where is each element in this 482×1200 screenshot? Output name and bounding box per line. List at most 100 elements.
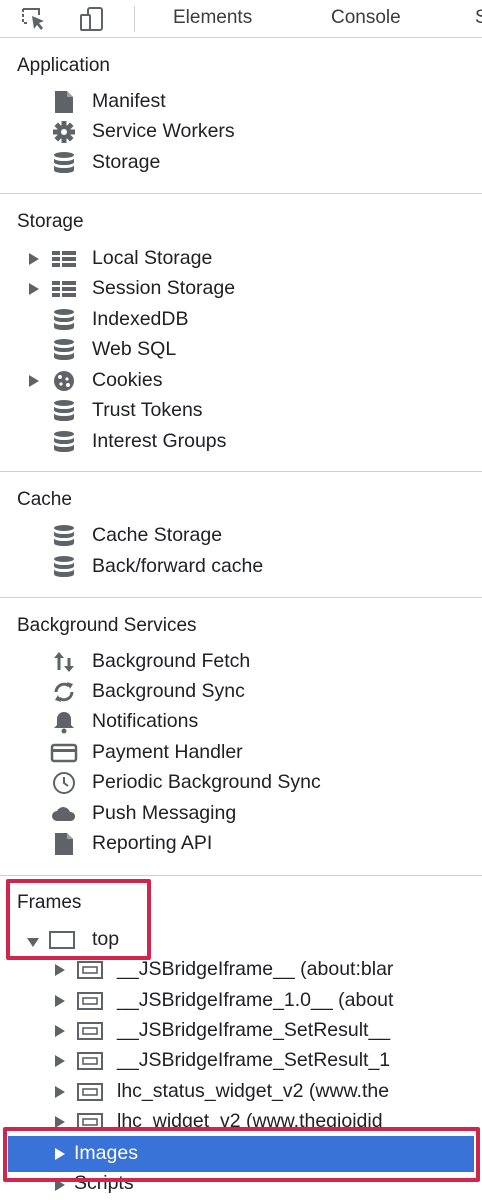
device-toggle-icon[interactable] [78, 6, 106, 32]
expand-arrow-icon[interactable] [54, 1054, 66, 1068]
sidebar-item-frame-top[interactable]: top [0, 925, 482, 955]
expand-arrow-icon[interactable] [54, 963, 66, 977]
sidebar-item-background-fetch[interactable]: Background Fetch [0, 647, 482, 677]
expand-arrow-icon[interactable] [54, 1085, 66, 1099]
sidebar-item-interest-groups[interactable]: Interest Groups [0, 427, 482, 457]
frame-icon [76, 958, 104, 982]
sidebar-item-trust-tokens[interactable]: Trust Tokens [0, 396, 482, 426]
sidebar-item-label: __JSBridgeIframe_SetResult_1 [117, 1049, 391, 1071]
sidebar-item-label: Payment Handler [92, 741, 243, 763]
sidebar-item-label: __JSBridgeIframe_1.0__ (about [117, 989, 394, 1011]
section-title-background-services: Background Services [17, 615, 197, 636]
sidebar-item-label: Background Sync [92, 680, 245, 702]
section-divider [0, 875, 482, 876]
tab-console[interactable]: Console [331, 7, 401, 29]
expand-arrow-icon[interactable] [54, 1178, 66, 1192]
frame-icon [76, 1049, 104, 1073]
frame-icon [48, 928, 76, 952]
sidebar-item-label: Cache Storage [92, 524, 223, 546]
sidebar-item-frame-child[interactable]: __JSBridgeIframe__ (about:blar [0, 955, 482, 985]
database-icon [50, 555, 78, 579]
sidebar-item-reporting-api[interactable]: Reporting API [0, 829, 482, 859]
frame-icon [76, 1110, 104, 1134]
database-icon [50, 524, 78, 548]
sidebar-item-periodic-background-sync[interactable]: Periodic Background Sync [0, 768, 482, 798]
sidebar-item-images[interactable]: Images [8, 1139, 474, 1169]
section-divider [0, 193, 482, 194]
sidebar-item-back-forward-cache[interactable]: Back/forward cache [0, 552, 482, 582]
sidebar-item-label: Local Storage [92, 247, 213, 269]
devtools-toolbar: Elements Console S [0, 0, 482, 38]
sync-icon [50, 680, 78, 704]
document-icon [50, 832, 78, 856]
sidebar-item-label: lhc_status_widget_v2 (www.the [117, 1080, 390, 1102]
sidebar-item-frame-child[interactable]: lhc_status_widget_v2 (www.the [0, 1077, 482, 1107]
up-down-arrows-icon [50, 650, 78, 674]
sidebar-item-notifications[interactable]: Notifications [0, 707, 482, 737]
sidebar-item-label: Session Storage [92, 277, 236, 299]
sidebar-item-label: Service Workers [92, 120, 235, 142]
sidebar-item-label: Push Messaging [92, 802, 237, 824]
database-icon [50, 308, 78, 332]
sidebar-item-web-sql[interactable]: Web SQL [0, 335, 482, 365]
sidebar-item-label: __JSBridgeIframe_SetResult__ [117, 1019, 391, 1041]
sidebar-item-label: Trust Tokens [92, 399, 203, 421]
sidebar-item-label: Background Fetch [92, 650, 251, 672]
collapse-arrow-icon[interactable] [27, 935, 39, 949]
sidebar-item-label: Notifications [92, 710, 199, 732]
sidebar-item-indexeddb[interactable]: IndexedDB [0, 305, 482, 335]
frame-icon [76, 1019, 104, 1043]
sidebar-item-local-storage[interactable]: Local Storage [0, 244, 482, 274]
sidebar-item-frame-child[interactable]: __JSBridgeIframe_1.0__ (about [0, 986, 482, 1016]
database-icon [50, 430, 78, 454]
sidebar-item-storage-overview[interactable]: Storage [0, 148, 482, 178]
tab-elements[interactable]: Elements [173, 7, 252, 29]
sidebar-item-cache-storage[interactable]: Cache Storage [0, 521, 482, 551]
sidebar-item-session-storage[interactable]: Session Storage [0, 274, 482, 304]
expand-arrow-icon[interactable] [28, 282, 40, 296]
sidebar-item-label: Reporting API [92, 832, 213, 854]
database-icon [50, 399, 78, 423]
sidebar-item-frame-child[interactable]: __JSBridgeIframe_SetResult_1 [0, 1046, 482, 1076]
sidebar-item-label: Cookies [92, 369, 163, 391]
sidebar-item-label: Storage [92, 151, 161, 173]
sidebar-item-service-workers[interactable]: Service Workers [0, 117, 482, 147]
database-icon [50, 338, 78, 362]
database-icon [50, 151, 78, 175]
expand-arrow-icon[interactable] [28, 374, 40, 388]
sidebar-item-label: top [92, 928, 120, 950]
inspect-element-icon[interactable] [20, 6, 48, 32]
sidebar-item-label: Manifest [92, 90, 166, 112]
sidebar-item-label: Back/forward cache [92, 555, 264, 577]
sidebar-item-label: IndexedDB [92, 308, 189, 330]
expand-arrow-icon[interactable] [54, 1147, 66, 1161]
sidebar-item-push-messaging[interactable]: Push Messaging [0, 799, 482, 829]
table-grid-icon [50, 247, 78, 271]
section-title-storage: Storage [17, 211, 84, 232]
expand-arrow-icon[interactable] [54, 1024, 66, 1038]
sidebar-item-scripts[interactable]: Scripts [0, 1170, 482, 1200]
sidebar-item-frame-child[interactable]: __JSBridgeIframe_SetResult__ [0, 1016, 482, 1046]
expand-arrow-icon[interactable] [54, 1115, 66, 1129]
sidebar-item-frame-child[interactable]: lhc_widget_v2 (www.thegioidid [0, 1107, 482, 1137]
section-title-application: Application [17, 55, 110, 76]
sidebar-item-images-selected[interactable]: Images [8, 1136, 474, 1172]
sidebar-item-manifest[interactable]: Manifest [0, 87, 482, 117]
section-divider [0, 597, 482, 598]
sidebar-item-payment-handler[interactable]: Payment Handler [0, 738, 482, 768]
sidebar-item-label: Scripts [74, 1172, 134, 1194]
section-title-frames: Frames [17, 892, 82, 913]
sidebar-item-label: Interest Groups [92, 430, 227, 452]
sidebar-item-label: Periodic Background Sync [92, 771, 321, 793]
sidebar-item-label: __JSBridgeIframe__ (about:blar [117, 958, 394, 980]
table-grid-icon [50, 277, 78, 301]
sidebar-item-cookies[interactable]: Cookies [0, 366, 482, 396]
sidebar-item-label: Images [74, 1142, 138, 1164]
sidebar-item-background-sync[interactable]: Background Sync [0, 677, 482, 707]
cloud-icon [50, 802, 78, 826]
section-title-cache: Cache [17, 489, 72, 510]
credit-card-icon [50, 741, 78, 765]
expand-arrow-icon[interactable] [28, 252, 40, 266]
tab-sources[interactable]: S [475, 7, 482, 29]
expand-arrow-icon[interactable] [54, 994, 66, 1008]
